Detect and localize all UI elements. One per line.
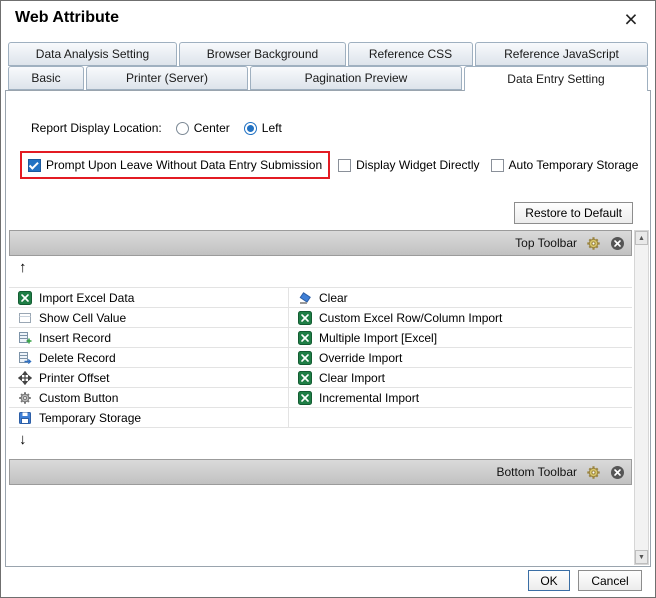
widget-item-custom-button[interactable]: Custom Button (9, 388, 289, 407)
table-row: Printer Offset Clear Import (9, 368, 632, 388)
web-attribute-dialog: Web Attribute Data Analysis Setting Brow… (0, 0, 656, 598)
widget-item-label: Import Excel Data (39, 290, 135, 305)
widget-item-label: Printer Offset (39, 370, 110, 385)
gear-icon[interactable] (585, 465, 601, 480)
widget-item-label: Clear Import (319, 370, 386, 385)
empty-cell (289, 408, 632, 427)
bottom-toolbar-bar: Bottom Toolbar (9, 459, 632, 485)
vertical-scrollbar[interactable] (634, 230, 649, 565)
widget-item-insert-record[interactable]: Insert Record (9, 328, 289, 347)
eraser-icon (297, 290, 313, 305)
tab-data-analysis-setting[interactable]: Data Analysis Setting (8, 42, 177, 66)
storage-icon (17, 410, 33, 425)
widget-item-label: Show Cell Value (39, 310, 127, 325)
scroll-down-icon[interactable] (635, 550, 648, 564)
ok-button[interactable]: OK (528, 570, 570, 591)
scroll-up-icon[interactable] (635, 231, 648, 245)
cancel-button[interactable]: Cancel (578, 570, 642, 591)
radio-left[interactable] (243, 121, 257, 135)
radio-center-label: Center (193, 121, 230, 135)
insert-record-icon (17, 330, 33, 345)
widget-item-temporary-storage[interactable]: Temporary Storage (9, 408, 289, 427)
checkbox-row: Prompt Upon Leave Without Data Entry Sub… (20, 151, 638, 179)
data-entry-setting-panel: Report Display Location: Center Left Pro… (5, 90, 651, 567)
widget-item-label: Override Import (319, 350, 403, 365)
close-icon[interactable] (619, 7, 643, 31)
cell-icon (17, 310, 33, 325)
excel-icon (297, 310, 313, 325)
tab-reference-css[interactable]: Reference CSS (348, 42, 473, 66)
widget-item-label: Insert Record (39, 330, 112, 345)
move-down-arrow[interactable] (19, 432, 27, 448)
widget-item-label: Temporary Storage (39, 410, 142, 425)
checkbox-auto-temporary-storage[interactable] (490, 158, 504, 172)
highlight-red-box: Prompt Upon Leave Without Data Entry Sub… (20, 151, 331, 179)
gear-icon[interactable] (585, 236, 601, 251)
top-toolbar-label: Top Toolbar (515, 236, 577, 250)
bottom-toolbar-label: Bottom Toolbar (496, 465, 578, 479)
excel-icon (297, 350, 313, 365)
excel-icon (297, 390, 313, 405)
widget-item-label: Custom Excel Row/Column Import (319, 310, 503, 325)
move-up-arrow[interactable] (19, 260, 27, 276)
excel-icon (297, 370, 313, 385)
remove-icon[interactable] (609, 236, 625, 251)
widget-item-override-import[interactable]: Override Import (289, 348, 632, 367)
tab-pagination-preview[interactable]: Pagination Preview (250, 66, 462, 90)
widget-item-label: Clear (319, 290, 348, 305)
dialog-title: Web Attribute (15, 9, 119, 26)
checkbox-auto-temporary-storage-label: Auto Temporary Storage (508, 158, 639, 172)
tab-browser-background[interactable]: Browser Background (179, 42, 346, 66)
widget-item-label: Incremental Import (319, 390, 420, 405)
restore-to-default-button[interactable]: Restore to Default (514, 202, 633, 224)
table-row: Import Excel Data Clear (9, 288, 632, 308)
move-icon (17, 370, 33, 385)
widget-item-show-cell-value[interactable]: Show Cell Value (9, 308, 289, 327)
tab-printer-server[interactable]: Printer (Server) (86, 66, 248, 90)
widget-item-printer-offset[interactable]: Printer Offset (9, 368, 289, 387)
widget-item-import-excel-data[interactable]: Import Excel Data (9, 288, 289, 307)
remove-icon[interactable] (609, 465, 625, 480)
radio-left-label: Left (261, 121, 282, 135)
widget-item-label: Custom Button (39, 390, 119, 405)
gear-icon (17, 390, 33, 405)
checkbox-display-widget-directly-label: Display Widget Directly (356, 158, 480, 172)
excel-icon (17, 290, 33, 305)
table-row: Delete Record Override Import (9, 348, 632, 368)
delete-record-icon (17, 350, 33, 365)
tab-basic[interactable]: Basic (8, 66, 84, 90)
checkbox-prompt-upon-leave[interactable] (28, 158, 41, 172)
table-row: Temporary Storage (9, 408, 632, 428)
tab-row-2: Basic Printer (Server) Pagination Previe… (8, 66, 648, 91)
excel-icon (297, 330, 313, 345)
widget-item-clear[interactable]: Clear (289, 288, 632, 307)
widget-item-label: Delete Record (39, 350, 116, 365)
tab-reference-javascript[interactable]: Reference JavaScript (475, 42, 648, 66)
report-display-location-label: Report Display Location: (31, 121, 162, 135)
widget-item-multiple-import-excel[interactable]: Multiple Import [Excel] (289, 328, 632, 347)
table-row: Custom Button Incremental Import (9, 388, 632, 408)
widget-item-delete-record[interactable]: Delete Record (9, 348, 289, 367)
widget-item-label: Multiple Import [Excel] (319, 330, 438, 345)
widget-item-custom-excel-row-column-import[interactable]: Custom Excel Row/Column Import (289, 308, 632, 327)
table-row: Insert Record Multiple Import [Excel] (9, 328, 632, 348)
table-row: Show Cell Value Custom Excel Row/Column … (9, 308, 632, 328)
top-toolbar-bar: Top Toolbar (9, 230, 632, 256)
widget-table: Import Excel Data Clear Show Cell Value … (9, 287, 632, 428)
checkbox-display-widget-directly[interactable] (338, 158, 352, 172)
widget-item-clear-import[interactable]: Clear Import (289, 368, 632, 387)
tab-data-entry-setting[interactable]: Data Entry Setting (464, 66, 648, 91)
checkbox-prompt-upon-leave-label: Prompt Upon Leave Without Data Entry Sub… (46, 158, 323, 172)
widget-item-incremental-import[interactable]: Incremental Import (289, 388, 632, 407)
radio-center[interactable] (175, 121, 189, 135)
tab-row-1: Data Analysis Setting Browser Background… (8, 42, 648, 66)
report-display-location-row: Report Display Location: Center Left (31, 121, 282, 135)
